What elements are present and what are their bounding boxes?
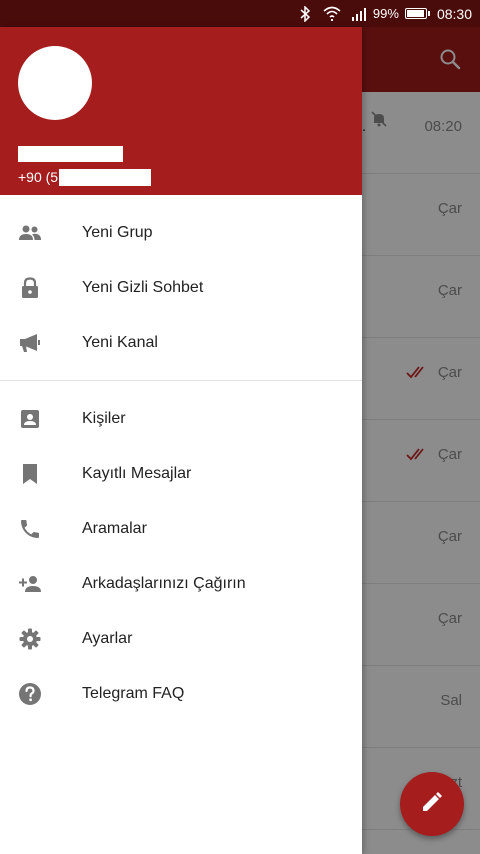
help-icon [18,682,42,706]
menu-item-contact[interactable]: Kişiler [0,391,362,446]
settings-icon [18,627,42,651]
compose-button[interactable] [400,772,464,836]
bookmark-icon [18,462,42,486]
bluetooth-icon [299,5,311,22]
menu-item-add-person[interactable]: Arkadaşlarınızı Çağırın [0,556,362,611]
menu-item-label: Yeni Kanal [82,333,158,351]
user-name-redacted [18,146,123,162]
menu-item-label: Yeni Gizli Sohbet [82,278,204,296]
clock: 08:30 [436,5,472,22]
contact-icon [18,407,42,431]
menu-item-label: Arkadaşlarınızı Çağırın [82,574,246,592]
menu-item-label: Kayıtlı Mesajlar [82,464,192,482]
menu-item-label: Aramalar [82,519,147,537]
menu-group: Kişiler Kayıtlı Mesajlar Aramalar Arkadaşla… [0,381,362,731]
status-bar: 99% 08:30 [0,0,480,27]
menu-item-group[interactable]: Yeni Grup [0,205,362,260]
menu-item-label: Ayarlar [82,629,133,647]
menu-item-label: Yeni Grup [82,223,153,241]
navigation-drawer: +90 (5 Yeni Grup Yeni Gizli Sohbet Yeni Ka… [0,27,362,854]
menu-item-phone[interactable]: Aramalar [0,501,362,556]
pencil-icon [420,790,444,819]
group-icon [18,221,42,245]
user-phone: +90 (5 [18,168,152,186]
lock-icon [18,276,42,300]
menu-item-label: Telegram FAQ [82,684,185,702]
drawer-header: +90 (5 [0,27,362,195]
menu-item-settings[interactable]: Ayarlar [0,611,362,666]
avatar[interactable] [18,46,92,120]
phone-icon [18,517,42,541]
menu-item-label: Kişiler [82,409,126,427]
signal-icon [351,7,367,21]
battery-percent: 99% [372,6,399,21]
megaphone-icon [18,331,42,355]
wifi-icon [323,6,341,22]
menu-item-megaphone[interactable]: Yeni Kanal [0,315,362,370]
phone-redacted [59,168,152,186]
drawer-menu: Yeni Grup Yeni Gizli Sohbet Yeni Kanal Kişi… [0,195,362,731]
phone-prefix: +90 (5 [18,169,59,185]
menu-item-help[interactable]: Telegram FAQ [0,666,362,721]
battery-icon [404,8,430,19]
menu-group: Yeni Grup Yeni Gizli Sohbet Yeni Kanal [0,195,362,380]
add-person-icon [18,572,42,596]
menu-item-bookmark[interactable]: Kayıtlı Mesajlar [0,446,362,501]
menu-item-lock[interactable]: Yeni Gizli Sohbet [0,260,362,315]
